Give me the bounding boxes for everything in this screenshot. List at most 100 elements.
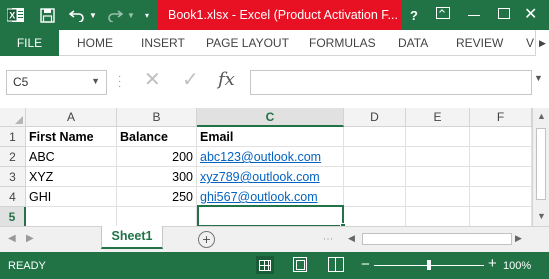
- row-header-3[interactable]: 3: [0, 167, 26, 187]
- status-text: READY: [8, 260, 46, 272]
- cell-a1[interactable]: First Name: [26, 127, 117, 147]
- cell-b3[interactable]: 300: [117, 167, 197, 187]
- cell-d4[interactable]: [344, 187, 406, 207]
- cell-d3[interactable]: [344, 167, 406, 187]
- tab-split-handle[interactable]: ⋮: [322, 234, 333, 243]
- cell-a4[interactable]: GHI: [26, 187, 117, 207]
- sheet-tab[interactable]: Sheet1: [101, 226, 163, 249]
- zoom-level[interactable]: 100%: [503, 260, 531, 272]
- tab-data[interactable]: DATA: [398, 30, 428, 56]
- tab-file[interactable]: FILE: [0, 30, 59, 56]
- select-all-corner[interactable]: [0, 108, 26, 127]
- excel-app-icon[interactable]: X: [6, 6, 26, 24]
- fx-icon[interactable]: fx: [218, 69, 235, 90]
- column-header-d[interactable]: D: [344, 108, 406, 127]
- formula-input[interactable]: [250, 70, 532, 95]
- cell-e4[interactable]: [406, 187, 470, 207]
- save-icon[interactable]: [38, 6, 56, 24]
- column-header-c[interactable]: C: [197, 108, 344, 127]
- formula-bar: C5 ▼ · · · ✕ ✓ fx ▼: [0, 57, 549, 111]
- column-header-f[interactable]: F: [470, 108, 532, 127]
- cell-a2[interactable]: ABC: [26, 147, 117, 167]
- cell-a3[interactable]: XYZ: [26, 167, 117, 187]
- cell-c2[interactable]: abc123@outlook.com: [197, 147, 344, 167]
- window-title: Book1.xlsx - Excel (Product Activation F…: [158, 0, 401, 30]
- cell-f3[interactable]: [470, 167, 532, 187]
- cell-f2[interactable]: [470, 147, 532, 167]
- maximize-icon[interactable]: [498, 8, 510, 19]
- tab-page-layout[interactable]: PAGE LAYOUT: [206, 30, 289, 56]
- cell-c4[interactable]: ghi567@outlook.com: [197, 187, 344, 207]
- scroll-left-icon[interactable]: ◀: [348, 233, 355, 244]
- zoom-slider[interactable]: [374, 260, 484, 270]
- name-box[interactable]: C5 ▼: [6, 70, 107, 95]
- tab-home[interactable]: HOME: [77, 30, 113, 56]
- column-header-e[interactable]: E: [406, 108, 470, 127]
- title-bar: X ▼ ▼ ▾ Book1.xlsx - Excel (Product Acti…: [0, 0, 549, 30]
- cell-b1[interactable]: Balance: [117, 127, 197, 147]
- status-bar: READY − + 100%: [0, 252, 549, 279]
- scroll-up-icon[interactable]: ▲: [537, 111, 546, 121]
- vertical-scroll-thumb[interactable]: [536, 128, 546, 200]
- tab-formulas[interactable]: FORMULAS: [309, 30, 376, 56]
- sheet-next-icon[interactable]: ▶: [26, 233, 34, 244]
- zoom-slider-thumb[interactable]: [427, 260, 431, 270]
- sheet-tab-bar: ◀ ▶ Sheet1 + ⋮ ◀ ▶: [0, 226, 549, 252]
- cell-a5[interactable]: [26, 207, 117, 226]
- formula-bar-resize-handle[interactable]: · · ·: [118, 72, 121, 92]
- cell-f5[interactable]: [470, 207, 532, 226]
- ribbon-scroll-right-icon[interactable]: ▶: [535, 30, 549, 56]
- add-sheet-icon[interactable]: +: [198, 231, 215, 248]
- column-header-a[interactable]: A: [26, 108, 117, 127]
- svg-text:X: X: [9, 11, 15, 21]
- cell-e2[interactable]: [406, 147, 470, 167]
- undo-dropdown-icon[interactable]: ▼: [88, 6, 98, 24]
- cell-c1[interactable]: Email: [197, 127, 344, 147]
- expand-formula-bar-icon[interactable]: ▼: [534, 73, 543, 83]
- close-icon[interactable]: ✕: [524, 4, 537, 24]
- cell-b4[interactable]: 250: [117, 187, 197, 207]
- cell-e1[interactable]: [406, 127, 470, 147]
- name-box-value: C5: [13, 75, 29, 89]
- page-break-view-icon[interactable]: [328, 257, 344, 272]
- scroll-down-icon[interactable]: ▼: [537, 211, 546, 221]
- normal-view-icon[interactable]: [256, 256, 274, 274]
- horizontal-scroll-thumb[interactable]: [362, 233, 512, 245]
- customize-quick-access-icon[interactable]: ▾: [141, 6, 153, 24]
- cell-c3[interactable]: xyz789@outlook.com: [197, 167, 344, 187]
- horizontal-scrollbar[interactable]: ◀ ▶: [344, 232, 529, 247]
- vertical-scrollbar[interactable]: ▲ ▼: [532, 108, 549, 226]
- undo-icon[interactable]: [68, 6, 86, 24]
- cell-d1[interactable]: [344, 127, 406, 147]
- cell-d2[interactable]: [344, 147, 406, 167]
- tab-insert[interactable]: INSERT: [141, 30, 185, 56]
- help-icon[interactable]: ?: [410, 8, 418, 23]
- minimize-icon[interactable]: [468, 15, 480, 17]
- redo-icon[interactable]: [106, 6, 124, 24]
- sheet-prev-icon[interactable]: ◀: [8, 233, 16, 244]
- cell-e3[interactable]: [406, 167, 470, 187]
- row-header-4[interactable]: 4: [0, 187, 26, 207]
- chevron-down-icon[interactable]: ▼: [91, 76, 100, 86]
- zoom-in-icon[interactable]: +: [488, 255, 497, 272]
- cell-b2[interactable]: 200: [117, 147, 197, 167]
- zoom-out-icon[interactable]: −: [361, 256, 370, 273]
- cell-f4[interactable]: [470, 187, 532, 207]
- row-header-1[interactable]: 1: [0, 127, 26, 147]
- cell-e5[interactable]: [406, 207, 470, 226]
- redo-dropdown-icon[interactable]: ▼: [126, 6, 136, 24]
- cell-c5[interactable]: [197, 207, 344, 226]
- column-header-b[interactable]: B: [117, 108, 197, 127]
- row-header-2[interactable]: 2: [0, 147, 26, 167]
- cell-b5[interactable]: [117, 207, 197, 226]
- page-layout-view-icon[interactable]: [293, 257, 307, 272]
- scroll-right-icon[interactable]: ▶: [515, 233, 522, 244]
- cancel-icon[interactable]: ✕: [144, 67, 161, 92]
- tab-review[interactable]: REVIEW: [456, 30, 503, 56]
- cell-d5[interactable]: [344, 207, 406, 226]
- ribbon-tabs: FILE HOME INSERT PAGE LAYOUT FORMULAS DA…: [0, 30, 549, 56]
- enter-icon[interactable]: ✓: [182, 67, 199, 92]
- row-header-5[interactable]: 5: [0, 207, 26, 226]
- cell-f1[interactable]: [470, 127, 532, 147]
- ribbon-display-options-icon[interactable]: [436, 7, 450, 19]
